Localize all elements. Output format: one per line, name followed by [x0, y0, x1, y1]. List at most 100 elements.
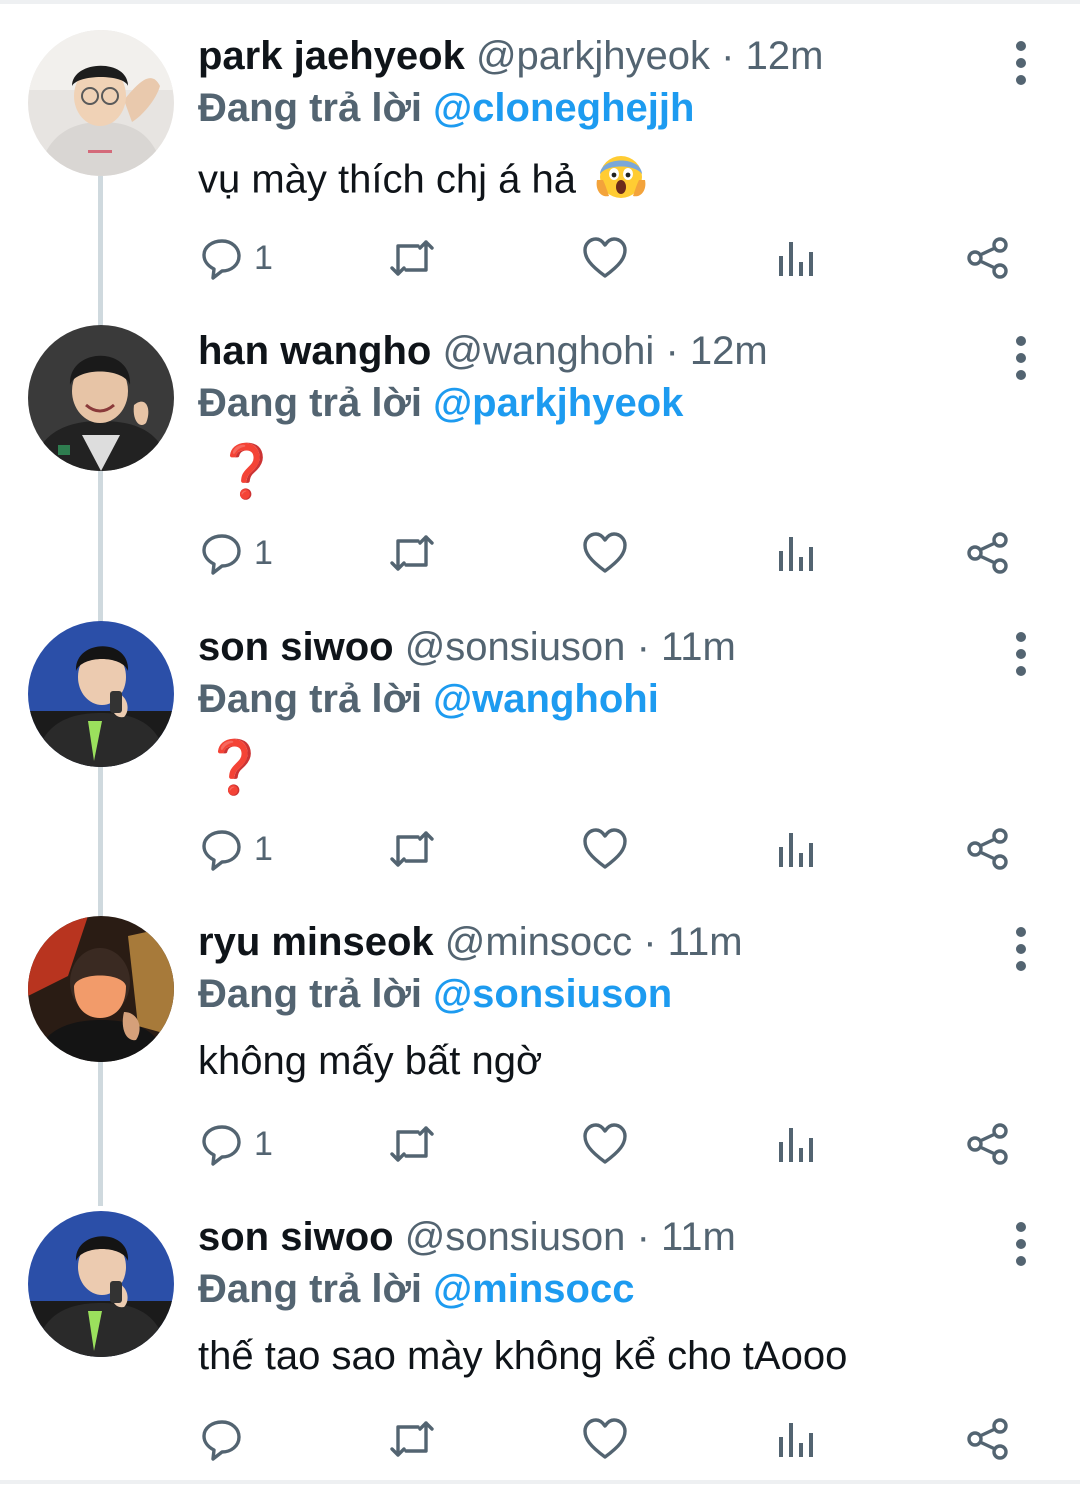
- timestamp[interactable]: 11m: [661, 625, 736, 669]
- views-button[interactable]: [776, 1409, 816, 1469]
- separator-dot: ·: [665, 329, 679, 373]
- replying-to-handle[interactable]: @minsocc: [433, 1267, 634, 1311]
- separator-dot: ·: [643, 920, 657, 964]
- more-options-button[interactable]: [1008, 629, 1034, 679]
- views-chart-icon: [779, 833, 813, 867]
- views-button[interactable]: [776, 523, 816, 583]
- tweet-header: ryu minseok @minsocc · 11m: [198, 918, 743, 966]
- reply-icon: [202, 830, 241, 871]
- timestamp[interactable]: 11m: [661, 1215, 736, 1259]
- reply-count: 1: [254, 1125, 273, 1163]
- top-divider: [0, 0, 1080, 4]
- tweet[interactable]: park jaehyeok @parkjhyeok · 12m Đang trả…: [0, 30, 1080, 325]
- timestamp[interactable]: 12m: [746, 34, 824, 78]
- like-button[interactable]: [582, 819, 628, 879]
- user-handle[interactable]: @sonsiuson: [405, 625, 626, 669]
- replying-to: Đang trả lời @parkjhyeok: [198, 379, 683, 427]
- user-handle[interactable]: @minsocc: [445, 920, 632, 964]
- views-chart-icon: [779, 1128, 813, 1162]
- display-name[interactable]: son siwoo: [198, 1215, 394, 1259]
- more-vertical-icon: [1016, 1222, 1026, 1266]
- share-button[interactable]: [966, 1114, 1010, 1174]
- views-chart-icon: [779, 242, 813, 276]
- share-button[interactable]: [966, 523, 1010, 583]
- share-button[interactable]: [966, 819, 1010, 879]
- like-button[interactable]: [582, 228, 628, 288]
- replying-to-label: Đang trả lời: [198, 1267, 423, 1311]
- more-options-button[interactable]: [1008, 924, 1034, 974]
- reply-icon: [202, 1420, 241, 1461]
- replying-to-label: Đang trả lời: [198, 86, 423, 130]
- avatar[interactable]: [28, 621, 174, 767]
- views-button[interactable]: [776, 1114, 816, 1174]
- replying-to-handle[interactable]: @cloneghejjh: [433, 86, 694, 130]
- retweet-button[interactable]: [388, 523, 436, 583]
- tweet-header: park jaehyeok @parkjhyeok · 12m: [198, 32, 823, 80]
- display-name[interactable]: ryu minseok: [198, 920, 434, 964]
- retweet-button[interactable]: [388, 1409, 436, 1469]
- reply-button[interactable]: 1: [200, 523, 273, 583]
- views-chart-icon: [779, 1423, 813, 1457]
- views-button[interactable]: [776, 819, 816, 879]
- tweet-header: son siwoo @sonsiuson · 11m: [198, 1213, 736, 1261]
- display-name[interactable]: son siwoo: [198, 625, 394, 669]
- avatar[interactable]: [28, 30, 174, 176]
- like-button[interactable]: [582, 523, 628, 583]
- user-handle[interactable]: @parkjhyeok: [476, 34, 710, 78]
- heart-icon: [583, 1123, 627, 1164]
- face-screaming-in-fear-icon: [595, 150, 647, 214]
- reply-button[interactable]: 1: [200, 819, 273, 879]
- user-handle[interactable]: @wanghohi: [442, 329, 654, 373]
- share-icon: [967, 828, 1008, 870]
- heart-icon: [583, 1418, 627, 1459]
- retweet-icon: [390, 1126, 434, 1162]
- question-mark-emoji: ❓: [202, 739, 267, 797]
- retweet-button[interactable]: [388, 819, 436, 879]
- tweet-text: thế tao sao mày không kể cho tAooo: [198, 1334, 848, 1378]
- bottom-divider: [0, 1480, 1080, 1484]
- avatar[interactable]: [28, 325, 174, 471]
- reply-count: 1: [254, 239, 273, 277]
- share-icon: [967, 1123, 1008, 1165]
- more-options-button[interactable]: [1008, 1219, 1034, 1269]
- tweet-actions: 1: [0, 523, 1080, 593]
- avatar[interactable]: [28, 1211, 174, 1357]
- heart-icon: [583, 237, 627, 278]
- tweet[interactable]: han wangho @wanghohi · 12m Đang trả lời …: [0, 325, 1080, 620]
- tweet-actions: [0, 1409, 1080, 1479]
- tweet-text: không mấy bất ngờ: [198, 1039, 543, 1083]
- replying-to-handle[interactable]: @wanghohi: [433, 677, 659, 721]
- tweet-actions: 1: [0, 819, 1080, 889]
- tweet-text: ❓: [198, 741, 267, 795]
- replying-to-label: Đang trả lời: [198, 381, 423, 425]
- share-icon: [967, 532, 1008, 574]
- reply-button[interactable]: 1: [200, 1114, 273, 1174]
- reply-button[interactable]: [200, 1409, 254, 1469]
- share-button[interactable]: [966, 228, 1010, 288]
- tweet-header: han wangho @wanghohi · 12m: [198, 327, 768, 375]
- more-options-button[interactable]: [1008, 38, 1034, 88]
- display-name[interactable]: han wangho: [198, 329, 431, 373]
- more-options-button[interactable]: [1008, 333, 1034, 383]
- tweet[interactable]: ryu minseok @minsocc · 11m Đang trả lời …: [0, 916, 1080, 1211]
- replying-to-handle[interactable]: @parkjhyeok: [433, 381, 683, 425]
- avatar[interactable]: [28, 916, 174, 1062]
- retweet-icon: [390, 1421, 434, 1457]
- share-button[interactable]: [966, 1409, 1010, 1469]
- tweet[interactable]: son siwoo @sonsiuson · 11m Đang trả lời …: [0, 621, 1080, 916]
- like-button[interactable]: [582, 1114, 628, 1174]
- replying-to-handle[interactable]: @sonsiuson: [433, 972, 672, 1016]
- tweet[interactable]: son siwoo @sonsiuson · 11m Đang trả lời …: [0, 1211, 1080, 1506]
- retweet-button[interactable]: [388, 228, 436, 288]
- retweet-button[interactable]: [388, 1114, 436, 1174]
- reply-count: 1: [254, 830, 273, 868]
- display-name[interactable]: park jaehyeok: [198, 34, 465, 78]
- reply-button[interactable]: 1: [200, 228, 273, 288]
- retweet-icon: [390, 831, 434, 867]
- views-chart-icon: [779, 537, 813, 571]
- like-button[interactable]: [582, 1409, 628, 1469]
- timestamp[interactable]: 12m: [690, 329, 768, 373]
- user-handle[interactable]: @sonsiuson: [405, 1215, 626, 1259]
- views-button[interactable]: [776, 228, 816, 288]
- timestamp[interactable]: 11m: [668, 920, 743, 964]
